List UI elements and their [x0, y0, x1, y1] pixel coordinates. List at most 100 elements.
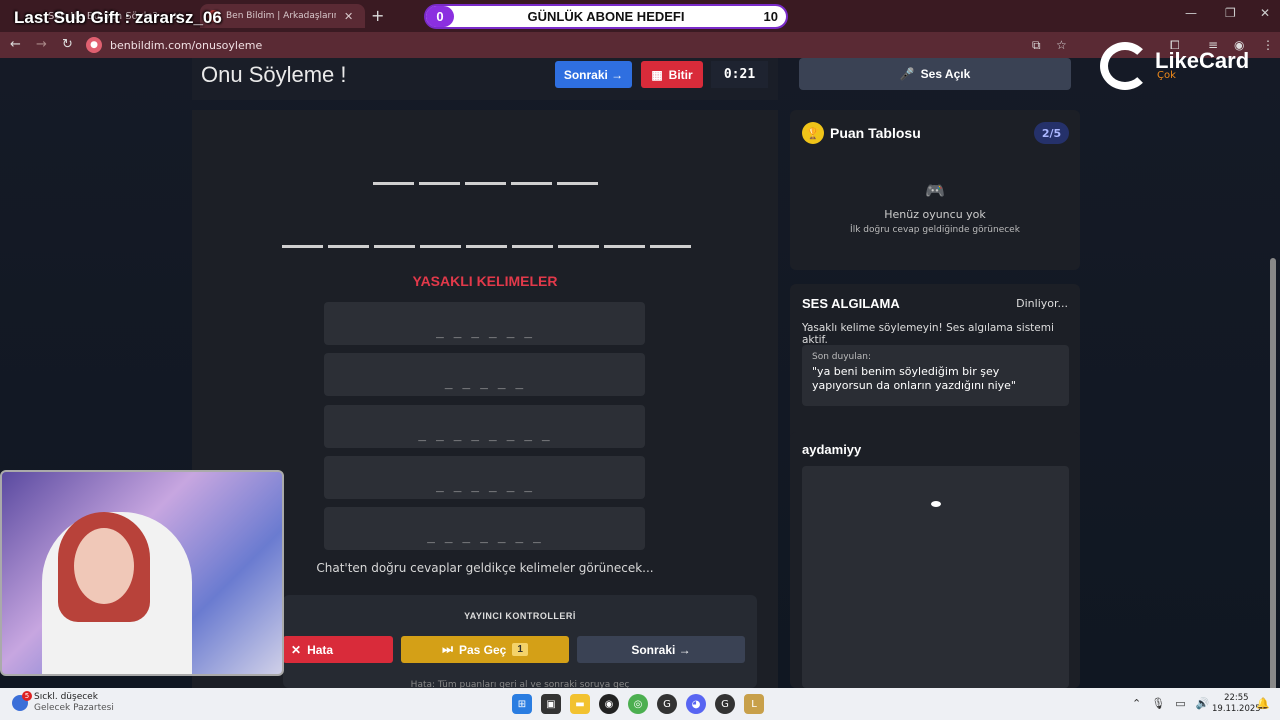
game-header: Onu Söyleme ! Sonraki → ▦ Bitir 0:21: [192, 58, 778, 100]
pass-label: Pas Geç: [458, 642, 507, 657]
network-icon[interactable]: ▭: [1175, 697, 1185, 710]
player-count-badge: 2/5: [1034, 122, 1069, 144]
notification-bell-icon[interactable]: 🔔: [1256, 697, 1270, 710]
checkered-flag-icon: ▦: [651, 67, 663, 82]
finish-button[interactable]: ▦ Bitir: [641, 61, 703, 88]
likecard-logo-icon: [1100, 42, 1150, 90]
trophy-icon: 🏆: [802, 122, 824, 144]
leaderboard-empty-sub: İlk doğru cevap geldiğinde görünecek: [850, 225, 1020, 235]
task-view-icon[interactable]: ▣: [541, 694, 561, 714]
discord-icon[interactable]: ◕: [686, 694, 706, 714]
pass-button[interactable]: ⏭ Pas Geç 1: [401, 636, 569, 663]
video-username: aydamiyy: [802, 442, 862, 457]
app-g-icon[interactable]: G: [657, 694, 677, 714]
next-label: Sonraki →: [563, 67, 624, 82]
banned-word-slot: _ _ _ _ _ _: [324, 456, 645, 499]
letter-slot: [511, 182, 552, 185]
tab-label: Ben Bildim | Arkadaşlarınla Oy: [226, 11, 336, 21]
skip-icon: ⏭: [442, 642, 453, 656]
controls-title: YAYINCI KONTROLLERİ: [464, 611, 576, 621]
url-text: benbildim.com/onusoyleme: [110, 38, 263, 52]
letter-slot: [373, 182, 414, 185]
reload-icon[interactable]: ↻: [62, 37, 73, 52]
sound-label: Ses Açık: [920, 67, 971, 81]
clock[interactable]: 22:55 19.11.2025: [1212, 693, 1261, 715]
taskbar-apps: ⊞ ▣ ▬ ◉ ◎ G ◕ G L: [512, 694, 764, 714]
chevron-up-icon[interactable]: ⌃: [1132, 697, 1141, 710]
url-input[interactable]: ● benbildim.com/onusoyleme: [86, 35, 1086, 55]
goal-target: 10: [763, 9, 778, 24]
banned-word-slot: _ _ _ _ _ _ _: [324, 507, 645, 550]
voice-status: Dinliyor...: [1016, 297, 1068, 310]
obs-icon[interactable]: ◉: [599, 694, 619, 714]
clock-time: 22:55: [1224, 693, 1249, 703]
sound-toggle-button[interactable]: 🎤 Ses Açık: [799, 58, 1071, 90]
new-tab-button[interactable]: +: [371, 6, 384, 25]
page-title: Onu Söyleme !: [201, 62, 347, 87]
banned-word-slot: _ _ _ _ _: [324, 353, 645, 396]
goal-label: GÜNLÜK ABONE HEDEFI: [527, 9, 685, 24]
loading-spinner-icon: [931, 501, 941, 507]
letter-slot: [466, 245, 507, 248]
timer: 0:21: [711, 61, 768, 88]
minimize-icon[interactable]: —: [1185, 6, 1197, 20]
weather-sub: Gelecek Pazartesi: [34, 703, 114, 713]
streamer-controls: YAYINCI KONTROLLERİ ✕ Hata ⏭ Pas Geç 1 S…: [283, 595, 757, 690]
banned-word-slot: _ _ _ _ _ _ _ _: [324, 405, 645, 448]
letter-slot: [328, 245, 369, 248]
weather-widget[interactable]: 5 Sıckl. düşecek Gelecek Pazartesi: [12, 691, 114, 714]
system-tray: ⌃ 🎙 ▭ 🔊: [1132, 697, 1209, 710]
scrollbar[interactable]: [1270, 258, 1276, 698]
microphone-icon: 🎤: [899, 67, 915, 81]
letter-slot: [419, 182, 460, 185]
bookmark-star-icon[interactable]: ☆: [1056, 38, 1067, 52]
next-label: Sonraki →: [631, 642, 691, 657]
error-label: Hata: [307, 642, 334, 657]
weather-title: Sıckl. düşecek: [34, 692, 98, 702]
league-icon[interactable]: L: [744, 694, 764, 714]
app-g2-icon[interactable]: G: [715, 694, 735, 714]
leaderboard-empty: Henüz oyuncu yok: [884, 208, 986, 221]
file-explorer-icon[interactable]: ▬: [570, 694, 590, 714]
target-word-line-1: [373, 182, 598, 185]
menu-icon[interactable]: ⋮: [1262, 38, 1274, 52]
maximize-icon[interactable]: ❐: [1225, 6, 1236, 20]
leaderboard-card: 🏆 Puan Tablosu 2/5 🎮 Henüz oyuncu yok İl…: [790, 110, 1080, 270]
clock-date: 19.11.2025: [1212, 704, 1261, 714]
target-word-line-2: [282, 245, 691, 248]
weather-badge: 5: [22, 691, 32, 701]
sub-goal-bar: 0 GÜNLÜK ABONE HEDEFI 10: [424, 4, 788, 29]
pass-count-badge: 1: [512, 643, 528, 656]
next-question-button[interactable]: Sonraki →: [577, 636, 745, 663]
error-button[interactable]: ✕ Hata: [283, 636, 393, 663]
letter-slot: [650, 245, 691, 248]
letter-slot: [558, 245, 599, 248]
close-window-icon[interactable]: ✕: [1260, 6, 1270, 20]
last-heard-label: Son duyulan:: [812, 352, 871, 362]
chrome-icon[interactable]: ◎: [628, 694, 648, 714]
last-heard-box: Son duyulan: "ya beni benim söylediğim b…: [802, 345, 1069, 406]
video-player[interactable]: [802, 466, 1069, 688]
volume-icon[interactable]: 🔊: [1196, 697, 1210, 710]
last-sub-overlay: Last Sub Gift : zararsz_06: [14, 8, 222, 27]
next-button[interactable]: Sonraki →: [555, 61, 632, 88]
forward-icon[interactable]: →: [36, 37, 47, 52]
start-icon[interactable]: ⊞: [512, 694, 532, 714]
gamepad-icon: 🎮: [925, 181, 945, 200]
voice-description: Yasaklı kelime söylemeyin! Ses algılama …: [802, 322, 1054, 346]
tab-benbildim[interactable]: Ben Bildim | Arkadaşlarınla Oy ✕: [200, 4, 365, 28]
x-icon: ✕: [291, 642, 302, 657]
letter-slot: [512, 245, 553, 248]
cast-icon[interactable]: ⧉: [1032, 38, 1041, 53]
close-icon[interactable]: ✕: [344, 10, 353, 23]
letter-slot: [604, 245, 645, 248]
goal-current: 0: [426, 6, 454, 27]
last-heard-text: "ya beni benim söylediğim bir şey yapıyo…: [812, 365, 1016, 392]
letter-slot: [465, 182, 506, 185]
weather-icon: 5: [12, 691, 32, 711]
back-icon[interactable]: ←: [10, 37, 21, 52]
banned-words-title: YASAKLI KELIMELER: [412, 273, 558, 289]
mic-tray-icon[interactable]: 🎙: [1151, 697, 1165, 710]
video-card: aydamiyy: [790, 432, 1080, 688]
microphone-icon: ●: [86, 37, 102, 53]
